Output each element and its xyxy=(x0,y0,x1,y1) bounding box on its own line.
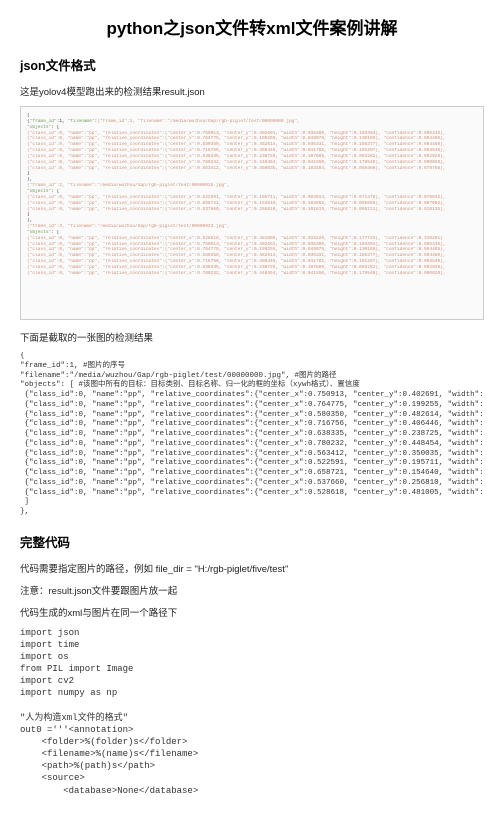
extract-caption: 下面是截取的一张图的检测结果 xyxy=(20,330,484,344)
json-extract: { "frame_id":1, #图片的序号 "filename":"/medi… xyxy=(20,352,484,518)
page-title: python之json文件转xml文件案例讲解 xyxy=(20,14,484,39)
intro-text: 这是yolov4模型跑出来的检测结果result.json xyxy=(20,84,484,98)
python-code: import json import time import os from P… xyxy=(20,627,484,797)
code-note: 注意：result.json文件要跟图片放一起 xyxy=(20,583,484,597)
code-output-note: 代码生成的xml与图片在同一个路径下 xyxy=(20,605,484,619)
editor-screenshot-placeholder: [ {"frame_id":1, "filename":{"frame_id":… xyxy=(20,106,484,320)
section-json-format: json文件格式 xyxy=(20,55,484,74)
code-path-note: 代码需要指定图片的路径，例如 file_dir = "H:/rgb-piglet… xyxy=(20,561,484,575)
section-full-code: 完整代码 xyxy=(20,532,484,551)
